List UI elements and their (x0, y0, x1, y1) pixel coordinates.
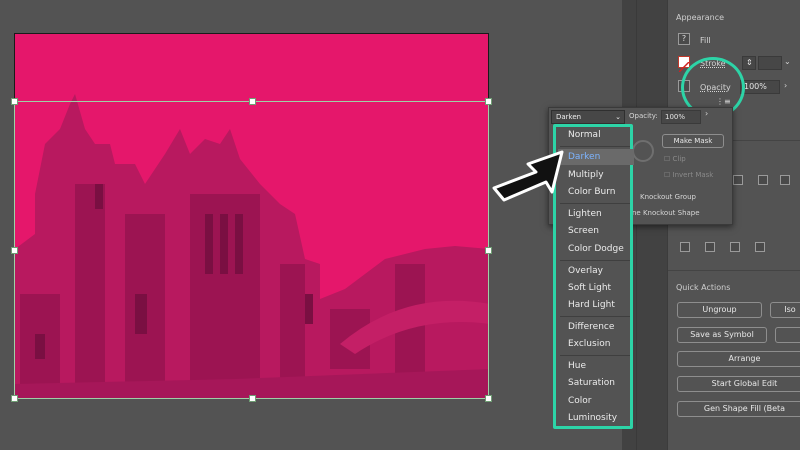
resize-handle-bottom-right[interactable] (485, 395, 492, 402)
unite-icon[interactable] (680, 242, 690, 252)
save-as-symbol-button[interactable]: Save as Symbol (677, 327, 767, 343)
blend-option-normal[interactable]: Normal (568, 130, 601, 140)
blend-option-color-dodge[interactable]: Color Dodge (568, 244, 624, 254)
opacity-chevron-right-icon[interactable]: › (784, 81, 787, 90)
pointer-arrow-icon (492, 150, 564, 202)
stroke-weight-chevron-down-icon[interactable]: ⌄ (784, 57, 791, 66)
menu-separator (560, 203, 630, 204)
chevron-down-icon: ⌄ (615, 113, 621, 121)
align-middle-icon[interactable] (780, 175, 790, 185)
appearance-header: Appearance (676, 13, 725, 22)
blend-option-overlay[interactable]: Overlay (568, 266, 603, 276)
opacity-input[interactable]: 100% (740, 80, 780, 94)
blend-option-soft-light[interactable]: Soft Light (568, 283, 611, 293)
blend-option-difference[interactable]: Difference (568, 322, 614, 332)
transparency-opacity-input[interactable]: 100% (661, 110, 701, 124)
transparency-opacity-label: Opacity: (629, 112, 658, 120)
start-global-edit-button[interactable]: Start Global Edit (677, 376, 800, 392)
align-center-icon[interactable] (733, 175, 743, 185)
isolate-button[interactable]: Iso (770, 302, 800, 318)
cathedral-photo (15, 34, 488, 398)
resize-handle-top-middle[interactable] (249, 98, 256, 105)
quick-actions-header: Quick Actions (676, 283, 731, 292)
menu-separator (560, 146, 630, 147)
blend-option-exclusion[interactable]: Exclusion (568, 339, 610, 349)
blend-option-luminosity[interactable]: Luminosity (568, 413, 617, 423)
no-mask-icon (632, 140, 654, 162)
fill-label[interactable]: Fill (700, 36, 711, 45)
stroke-weight-input[interactable] (758, 56, 782, 70)
opacity-arrow-icon[interactable]: › (705, 109, 708, 118)
blend-option-multiply[interactable]: Multiply (568, 170, 604, 180)
extra-action-button[interactable] (775, 327, 800, 343)
blend-option-darken[interactable]: Darken (568, 152, 600, 162)
intersect-icon[interactable] (730, 242, 740, 252)
menu-separator (560, 316, 630, 317)
knockout-group-checkbox[interactable]: Knockout Group (640, 193, 696, 201)
resize-handle-bottom-left[interactable] (11, 395, 18, 402)
blend-option-color[interactable]: Color (568, 396, 592, 406)
align-top-icon[interactable] (758, 175, 768, 185)
blend-option-lighten[interactable]: Lighten (568, 209, 602, 219)
invert-mask-checkbox[interactable]: ☐ Invert Mask (664, 171, 713, 179)
knockout-shape-checkbox[interactable]: ne Knockout Shape (632, 209, 700, 217)
exclude-icon[interactable] (755, 242, 765, 252)
fill-help-icon[interactable]: ? (678, 33, 690, 45)
resize-handle-middle-right[interactable] (485, 247, 492, 254)
blend-option-color-burn[interactable]: Color Burn (568, 187, 615, 197)
resize-handle-top-right[interactable] (485, 98, 492, 105)
clip-checkbox[interactable]: ☐ Clip (664, 155, 686, 163)
gen-shape-fill-button[interactable]: Gen Shape Fill (Beta (677, 401, 800, 417)
panel-divider (668, 270, 800, 271)
panel-dock-divider (636, 0, 637, 450)
resize-handle-middle-left[interactable] (11, 247, 18, 254)
minus-front-icon[interactable] (705, 242, 715, 252)
blend-option-saturation[interactable]: Saturation (568, 378, 615, 388)
clip-label: Clip (672, 155, 686, 163)
blend-option-hue[interactable]: Hue (568, 361, 586, 371)
ungroup-button[interactable]: Ungroup (677, 302, 762, 318)
invert-mask-label: Invert Mask (672, 171, 714, 179)
blend-option-hard-light[interactable]: Hard Light (568, 300, 615, 310)
blend-mode-value: Darken (556, 113, 582, 121)
artboard-image[interactable] (14, 33, 489, 399)
arrange-button[interactable]: Arrange (677, 351, 800, 367)
make-mask-button[interactable]: Make Mask (662, 134, 724, 148)
resize-handle-bottom-middle[interactable] (249, 395, 256, 402)
resize-handle-top-left[interactable] (11, 98, 18, 105)
menu-separator (560, 260, 630, 261)
menu-separator (560, 355, 630, 356)
blend-option-screen[interactable]: Screen (568, 226, 599, 236)
stroke-weight-stepper[interactable]: ⇕ (742, 56, 756, 70)
blend-mode-select[interactable]: Darken ⌄ (551, 110, 625, 124)
